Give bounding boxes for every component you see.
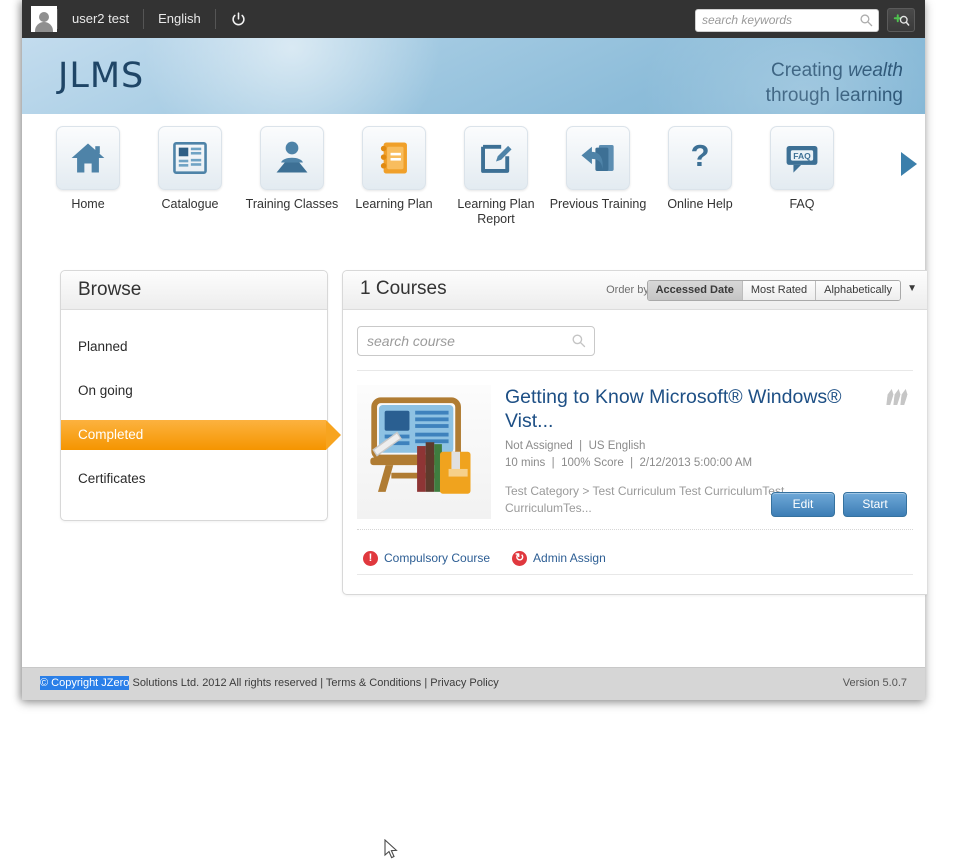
learning-plan-icon: [362, 126, 426, 190]
previous-training-icon: [566, 126, 630, 190]
nav-label: Previous Training: [546, 197, 650, 212]
catalogue-icon: [158, 126, 222, 190]
online-help-icon: ?: [668, 126, 732, 190]
course-meta-assignment: Not Assigned | US English: [505, 440, 913, 452]
order-by-alphabetically[interactable]: Alphabetically: [816, 281, 900, 300]
course-assignment: Not Assigned: [505, 440, 573, 452]
power-icon[interactable]: [216, 11, 261, 28]
course-search-row: [343, 310, 927, 370]
main-navigation: Home Catalogue: [22, 114, 925, 239]
nav-item-learning-plan[interactable]: Learning Plan: [342, 126, 446, 212]
rating-stars-icon[interactable]: [887, 389, 907, 405]
course-category-path: Test Category > Test Curriculum Test Cur…: [505, 483, 805, 517]
nav-item-catalogue[interactable]: Catalogue: [138, 126, 242, 212]
browse-item-certificates[interactable]: Certificates: [61, 464, 327, 494]
version-label: Version 5.0.7: [843, 677, 907, 689]
logo: JLMS: [58, 56, 144, 96]
course-language: US English: [589, 440, 646, 452]
course-score: 100% Score: [561, 457, 624, 469]
tagline-line2: through learning: [766, 83, 903, 108]
avatar[interactable]: [31, 6, 57, 32]
course-title[interactable]: Getting to Know Microsoft® Windows® Vist…: [505, 385, 875, 433]
nav-item-faq[interactable]: FAQ FAQ: [750, 126, 854, 212]
course-details: Getting to Know Microsoft® Windows® Vist…: [491, 385, 913, 519]
search-icon: [571, 333, 586, 348]
global-search: [695, 8, 915, 32]
course-legend: ! Compulsory Course ↻ Admin Assign: [357, 529, 913, 574]
browse-list: Planned On going Completed Certificates: [61, 310, 327, 520]
advanced-search-button[interactable]: [887, 8, 915, 32]
faq-icon: FAQ: [770, 126, 834, 190]
nav-label: Online Help: [648, 197, 752, 212]
start-button[interactable]: Start: [843, 492, 907, 517]
tagline-line1-pre: Creating: [771, 60, 848, 81]
courses-count-title: 1 Courses: [360, 278, 447, 300]
course-list: Getting to Know Microsoft® Windows® Vist…: [357, 370, 913, 529]
application-window: user2 test English: [22, 0, 925, 700]
legend-admin-assign[interactable]: ↻ Admin Assign: [512, 551, 606, 566]
language-selector[interactable]: English: [144, 0, 215, 38]
browse-item-on-going[interactable]: On going: [61, 376, 327, 406]
admin-assign-icon: ↻: [512, 551, 527, 566]
chevron-down-icon[interactable]: ▼: [907, 283, 917, 294]
footer: © Copyright JZero Solutions Ltd. 2012 Al…: [22, 667, 925, 700]
meta-separator: |: [576, 440, 585, 452]
nav-label: Learning Plan Report: [444, 197, 548, 227]
course-actions: Edit Start: [771, 492, 907, 517]
search-input[interactable]: [696, 10, 868, 31]
course-duration: 10 mins: [505, 457, 545, 469]
browse-panel: Browse Planned On going Completed Certif…: [60, 270, 328, 521]
top-user-bar: user2 test English: [22, 0, 925, 38]
search-keywords-wrapper: [695, 9, 879, 32]
svg-text:?: ?: [691, 138, 710, 173]
training-classes-icon: [260, 126, 324, 190]
nav-item-online-help[interactable]: ? Online Help: [648, 126, 752, 212]
course-date: 2/12/2013 5:00:00 AM: [640, 457, 753, 469]
legend-label: Compulsory Course: [384, 551, 490, 565]
legend-label: Admin Assign: [533, 551, 606, 565]
browse-title: Browse: [61, 271, 327, 310]
nav-item-home[interactable]: Home: [36, 126, 140, 212]
edit-button[interactable]: Edit: [771, 492, 835, 517]
meta-separator: |: [548, 457, 557, 469]
search-icon: [859, 13, 873, 27]
footer-copyright: © Copyright JZero Solutions Ltd. 2012 Al…: [40, 677, 499, 689]
svg-text:FAQ: FAQ: [793, 151, 811, 161]
copyright-rest-text[interactable]: Solutions Ltd. 2012 All rights reserved …: [129, 677, 498, 689]
courses-header: 1 Courses Order by : Accessed Date Most …: [343, 271, 927, 310]
tagline: Creating wealth through learning: [766, 58, 903, 108]
nav-label: Home: [36, 197, 140, 212]
nav-label: FAQ: [750, 197, 854, 212]
classroom-board-books-icon: [357, 385, 491, 519]
username-label[interactable]: user2 test: [58, 0, 143, 38]
nav-label: Training Classes: [240, 197, 344, 212]
mouse-cursor: [384, 839, 398, 859]
search-course-input[interactable]: [358, 327, 582, 355]
search-course-wrapper: [357, 326, 595, 356]
home-icon: [56, 126, 120, 190]
learning-plan-report-icon: [464, 126, 528, 190]
legend-compulsory-course[interactable]: ! Compulsory Course: [363, 551, 490, 566]
content-area: Browse Planned On going Completed Certif…: [22, 238, 925, 668]
order-by-accessed-date[interactable]: Accessed Date: [648, 281, 743, 300]
course-meta-stats: 10 mins | 100% Score | 2/12/2013 5:00:00…: [505, 457, 913, 469]
meta-separator: |: [627, 457, 636, 469]
browse-item-completed[interactable]: Completed: [61, 420, 326, 450]
nav-label: Catalogue: [138, 197, 242, 212]
compulsory-course-icon: !: [363, 551, 378, 566]
courses-panel: 1 Courses Order by : Accessed Date Most …: [342, 270, 927, 595]
nav-item-previous-training[interactable]: Previous Training: [546, 126, 650, 212]
tagline-line1-emphasis: wealth: [848, 60, 903, 81]
copyright-highlighted-text: © Copyright JZero: [40, 676, 129, 690]
nav-item-training-classes[interactable]: Training Classes: [240, 126, 344, 212]
order-by-group: Accessed Date Most Rated Alphabetically: [647, 280, 901, 301]
next-arrow-icon[interactable]: [901, 152, 917, 176]
nav-item-learning-plan-report[interactable]: Learning Plan Report: [444, 126, 548, 227]
brand-banner: JLMS Creating wealth through learning: [22, 38, 925, 114]
nav-label: Learning Plan: [342, 197, 446, 212]
order-by-most-rated[interactable]: Most Rated: [743, 281, 816, 300]
browse-item-planned[interactable]: Planned: [61, 332, 327, 362]
course-list-item: Getting to Know Microsoft® Windows® Vist…: [357, 371, 913, 529]
